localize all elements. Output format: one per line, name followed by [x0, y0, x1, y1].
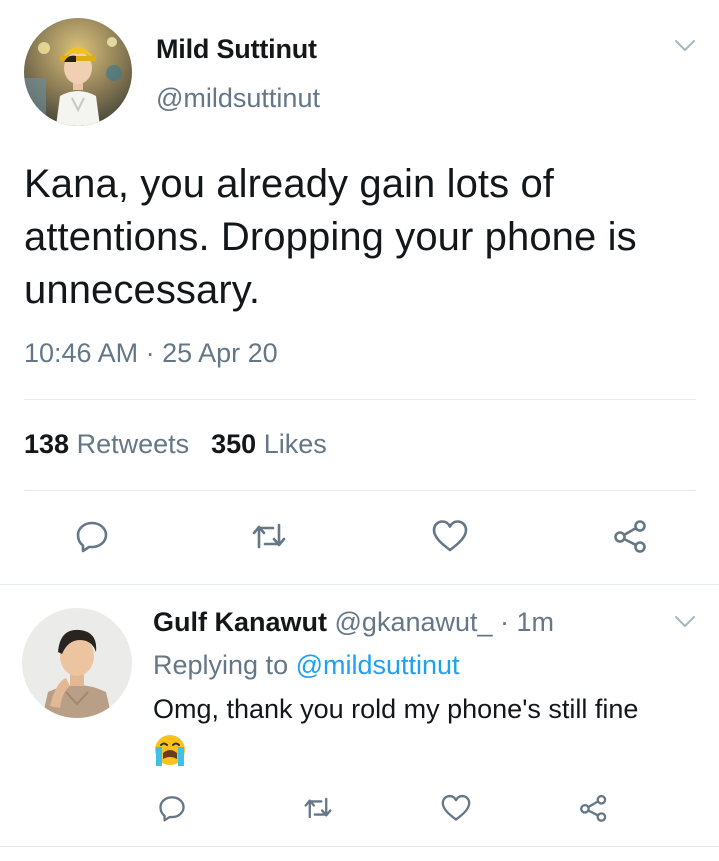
divider — [24, 399, 696, 400]
author-name[interactable]: Mild Suttinut — [156, 34, 317, 65]
reply-button[interactable] — [70, 516, 114, 560]
reply-author-avatar[interactable] — [22, 608, 132, 718]
loudly-crying-face-icon — [153, 733, 187, 767]
retweet-count-value: 138 — [24, 429, 70, 459]
heart-icon — [431, 519, 469, 558]
replying-to: Replying to @mildsuttinut — [153, 650, 460, 681]
replying-to-handle-link[interactable]: @mildsuttinut — [296, 650, 460, 680]
reply-icon — [75, 519, 109, 558]
retweet-count[interactable]: 138 Retweets — [24, 429, 189, 459]
reply-reply-button[interactable] — [150, 788, 194, 832]
divider — [24, 490, 696, 491]
reply-options-caret[interactable] — [671, 610, 699, 638]
tweet-options-caret[interactable] — [671, 34, 699, 62]
tweet-timestamp[interactable]: 10:46 AM · 25 Apr 20 — [24, 338, 278, 369]
share-icon — [612, 519, 650, 558]
divider — [0, 584, 719, 585]
reply-author-name[interactable]: Gulf Kanawut — [153, 607, 327, 637]
replying-to-prefix: Replying to — [153, 650, 296, 680]
like-count[interactable]: 350 Likes — [211, 429, 327, 459]
divider — [0, 846, 719, 847]
share-icon — [578, 794, 610, 827]
share-button[interactable] — [609, 516, 653, 560]
author-avatar[interactable] — [24, 18, 132, 126]
reply-share-button[interactable] — [572, 788, 616, 832]
reply-header: Gulf Kanawut @gkanawut_ · 1m — [153, 607, 554, 638]
reply-retweet-button[interactable] — [296, 788, 340, 832]
chevron-down-icon — [674, 39, 696, 58]
like-count-label: Likes — [263, 429, 327, 459]
reply-text: Omg, thank you rold my phone's still fin… — [153, 694, 639, 724]
retweet-count-label: Retweets — [76, 429, 190, 459]
reply-author-handle[interactable]: @gkanawut_ — [335, 607, 493, 637]
reply-like-button[interactable] — [434, 788, 478, 832]
reply-icon — [158, 794, 186, 827]
heart-icon — [440, 794, 472, 827]
like-button[interactable] — [428, 516, 472, 560]
tweet-text: Kana, you already gain lots of attention… — [24, 162, 637, 312]
like-count-value: 350 — [211, 429, 257, 459]
retweet-icon — [250, 519, 288, 558]
tweet-stats: 138 Retweets 350 Likes — [24, 429, 327, 460]
reply-age[interactable]: 1m — [517, 607, 555, 637]
retweet-icon — [302, 794, 334, 827]
chevron-down-icon — [674, 615, 696, 634]
retweet-button[interactable] — [247, 516, 291, 560]
author-handle[interactable]: @mildsuttinut — [156, 83, 320, 114]
reply-separator: · — [492, 607, 517, 637]
